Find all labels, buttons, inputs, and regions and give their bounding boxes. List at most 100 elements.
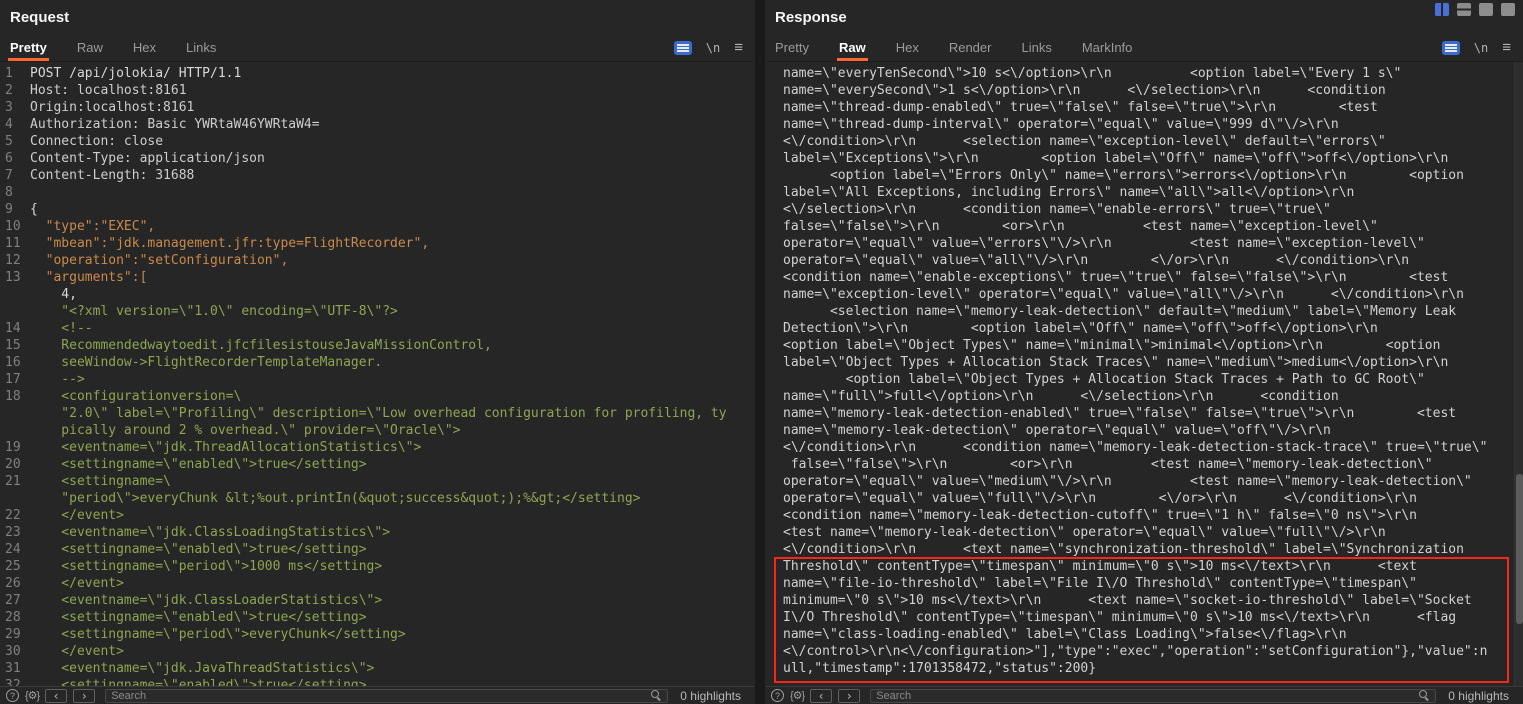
request-tab-pretty[interactable]: Pretty (8, 34, 49, 61)
response-line: <option label=\"Object Types\" name=\"mi… (783, 337, 1523, 354)
line-number: 17 (0, 371, 30, 388)
request-search-bar: ? {⚙} ‹ › 0 highlights (0, 686, 755, 704)
line-number: 4 (0, 116, 30, 133)
request-line: 19 <eventname=\"jdk.ThreadAllocationStat… (0, 439, 755, 456)
response-line: operator=\"equal\" value=\"all\"\/>\r\n … (783, 252, 1523, 269)
line-number: 29 (0, 626, 30, 643)
line-number: 32 (0, 677, 30, 686)
line-number: 26 (0, 575, 30, 592)
line-number (0, 422, 30, 439)
response-panel-title: Response (765, 0, 1523, 34)
line-number: 14 (0, 320, 30, 337)
editor-menu-icon[interactable]: ≡ (1502, 40, 1511, 55)
help-icon[interactable]: ? (771, 689, 784, 702)
response-line: <\/condition>\r\n <text name=\"synchroni… (783, 541, 1523, 558)
response-line: label=\"Exceptions\">\r\n <option label=… (783, 150, 1523, 167)
response-line: operator=\"equal\" value=\"full\"\/>\r\n… (783, 490, 1523, 507)
highlight-count: 0 highlights (1446, 689, 1517, 703)
line-number (0, 490, 30, 507)
request-tabbar: Pretty Raw Hex Links \n ≡ (0, 34, 755, 62)
request-line: 10 "type":"EXEC", (0, 218, 755, 235)
response-line: ull,"timestamp":1701358472,"status":200} (783, 660, 1523, 677)
line-number: 23 (0, 524, 30, 541)
response-line: name=\"class-loading-enabled\" label=\"C… (783, 626, 1523, 643)
response-editor[interactable]: name=\"everyTenSecond\">10 s<\/option>\r… (765, 62, 1523, 686)
request-tabs: Pretty Raw Hex Links (8, 34, 244, 61)
help-icon[interactable]: ? (6, 689, 19, 702)
request-line: 22 </event> (0, 507, 755, 524)
response-line: operator=\"equal\" value=\"errors\"\/>\r… (783, 235, 1523, 252)
request-line: "period\">everyChunk &lt;%out.printIn(&q… (0, 490, 755, 507)
request-line: 20 <settingname=\"enabled\">true</settin… (0, 456, 755, 473)
response-line: false=\"false\">\r\n <or>\r\n <test name… (783, 218, 1523, 235)
line-number: 3 (0, 99, 30, 116)
response-tab-markinfo[interactable]: MarkInfo (1080, 34, 1135, 61)
response-search-field[interactable] (870, 689, 1436, 703)
line-number: 18 (0, 388, 30, 405)
request-tab-links[interactable]: Links (184, 34, 218, 61)
response-line: label=\"All Exceptions, including Errors… (783, 184, 1523, 201)
request-search-field[interactable] (105, 689, 668, 703)
request-line: 21 <settingname=\ (0, 473, 755, 490)
request-tab-hex[interactable]: Hex (131, 34, 158, 61)
nonprintable-toggle-icon[interactable]: \n (706, 41, 720, 55)
request-line: 7Content-Length: 31688 (0, 167, 755, 184)
response-tabs: Pretty Raw Hex Render Links MarkInfo (773, 34, 1160, 61)
layout-rows-button[interactable] (1457, 3, 1471, 16)
response-editor-toolbar: \n ≡ (1442, 34, 1511, 61)
request-line: 2Host: localhost:8161 (0, 82, 755, 99)
nonprintable-toggle-icon[interactable]: \n (1474, 41, 1488, 55)
response-line: name=\"thread-dump-interval\" operator=\… (783, 116, 1523, 133)
line-number: 30 (0, 643, 30, 660)
settings-gear-icon[interactable]: {⚙} (25, 689, 39, 702)
scrollbar-thumb[interactable] (1516, 474, 1523, 624)
prev-match-button[interactable]: ‹ (45, 689, 67, 703)
line-number: 24 (0, 541, 30, 558)
request-line: 28 <settingname=\"enabled\">true</settin… (0, 609, 755, 626)
request-line: "2.0\" label=\"Profiling\" description=\… (0, 405, 755, 422)
request-line: 18 <configurationversion=\ (0, 388, 755, 405)
response-tab-pretty[interactable]: Pretty (773, 34, 811, 61)
request-tab-raw[interactable]: Raw (75, 34, 105, 61)
response-line: <condition name=\"enable-exceptions\" tr… (783, 269, 1523, 286)
request-line: 27 <eventname=\"jdk.ClassLoaderStatistic… (0, 592, 755, 609)
layout-single-button[interactable] (1501, 3, 1515, 16)
response-tab-render[interactable]: Render (947, 34, 994, 61)
prev-match-button[interactable]: ‹ (810, 689, 832, 703)
response-tab-links[interactable]: Links (1019, 34, 1053, 61)
panel-divider[interactable] (755, 0, 765, 704)
response-line: name=\"memory-leak-detection\" operator=… (783, 422, 1523, 439)
next-match-button[interactable]: › (838, 689, 860, 703)
line-number: 31 (0, 660, 30, 677)
request-line: 1POST /api/jolokia/ HTTP/1.1 (0, 65, 755, 82)
search-input[interactable] (111, 690, 651, 702)
request-line: 6Content-Type: application/json (0, 150, 755, 167)
layout-tabs-button[interactable] (1479, 3, 1493, 16)
next-match-button[interactable]: › (73, 689, 95, 703)
line-number (0, 303, 30, 320)
request-line: 11 "mbean":"jdk.management.jfr:type=Flig… (0, 235, 755, 252)
editor-menu-icon[interactable]: ≡ (734, 40, 743, 55)
response-tab-raw[interactable]: Raw (837, 34, 868, 61)
response-line: minimum=\"0 s\">10 ms<\/text>\r\n <text … (783, 592, 1523, 609)
request-line: 3Origin:localhost:8161 (0, 99, 755, 116)
response-line: name=\"everyTenSecond\">10 s<\/option>\r… (783, 65, 1523, 82)
layout-columns-button[interactable] (1435, 3, 1449, 16)
search-input[interactable] (876, 690, 1419, 702)
request-line: 32 <settingname=\"enabled\">true</settin… (0, 677, 755, 686)
line-number: 25 (0, 558, 30, 575)
request-line: 12 "operation":"setConfiguration", (0, 252, 755, 269)
line-number (0, 405, 30, 422)
request-line: "<?xml version=\"1.0\" encoding=\"UTF-8\… (0, 303, 755, 320)
line-number: 1 (0, 65, 30, 82)
request-line: 8 (0, 184, 755, 201)
word-wrap-toggle-icon[interactable] (1442, 41, 1460, 55)
word-wrap-toggle-icon[interactable] (674, 41, 692, 55)
line-number: 16 (0, 354, 30, 371)
response-tab-hex[interactable]: Hex (894, 34, 921, 61)
response-scrollbar[interactable] (1514, 62, 1523, 686)
request-line: 25 <settingname=\"period\">1000 ms</sett… (0, 558, 755, 575)
line-number: 7 (0, 167, 30, 184)
request-editor[interactable]: 1POST /api/jolokia/ HTTP/1.12Host: local… (0, 62, 755, 686)
settings-gear-icon[interactable]: {⚙} (790, 689, 804, 702)
